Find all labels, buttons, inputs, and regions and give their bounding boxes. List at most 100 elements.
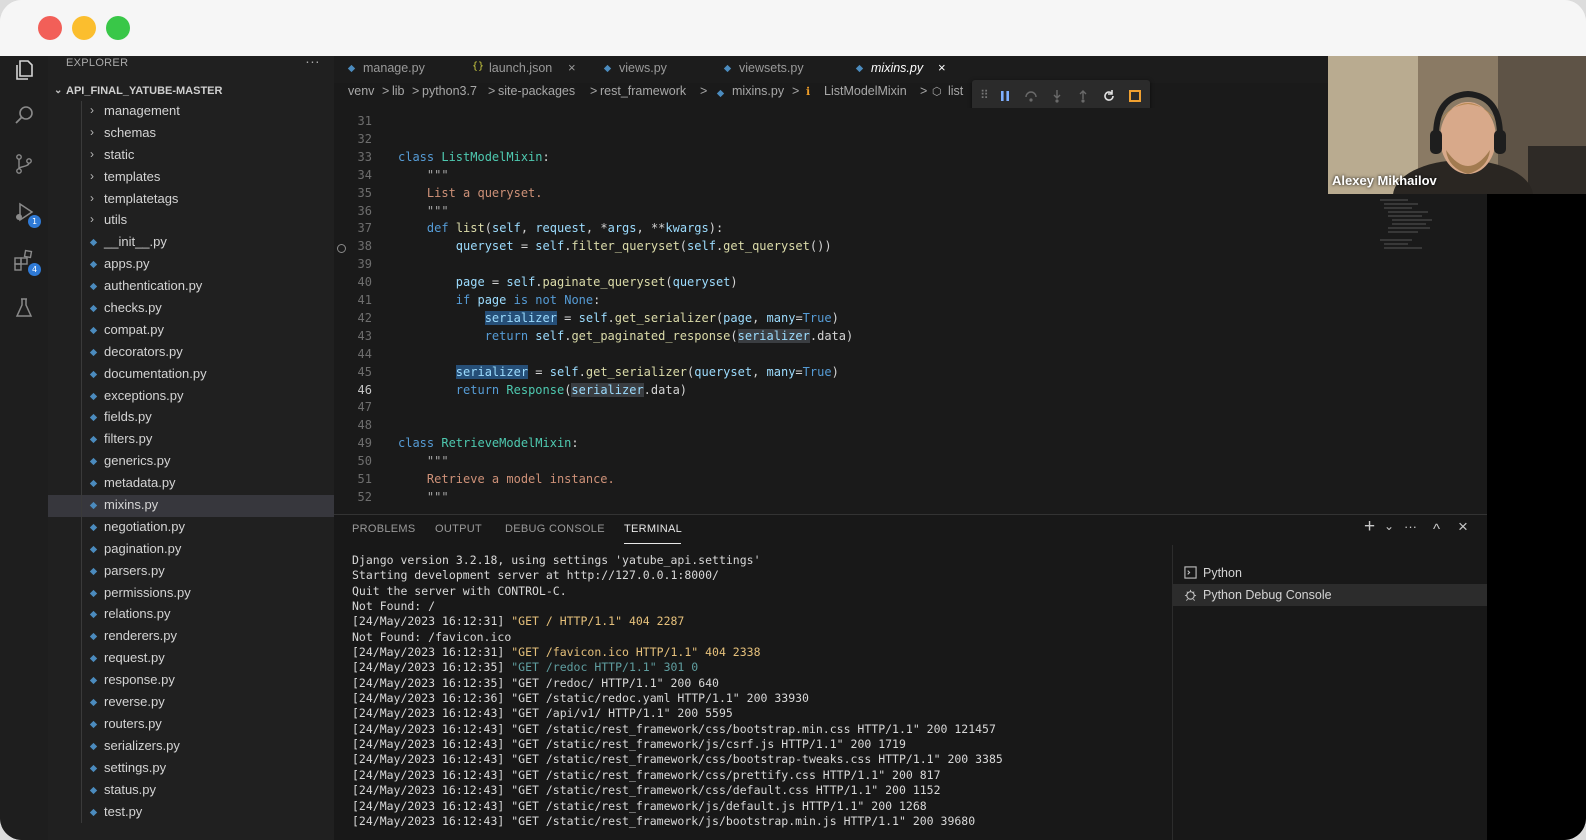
terminal-item-python-debug-console[interactable]: Python Debug Console: [1173, 584, 1488, 606]
breadcrumb-item[interactable]: list: [948, 84, 963, 98]
code-line[interactable]: 34 """: [334, 168, 1487, 186]
file-item[interactable]: settings.py: [48, 757, 334, 780]
file-item[interactable]: exceptions.py: [48, 385, 334, 408]
folder-item[interactable]: › templatetags: [48, 188, 334, 211]
maximize-panel-icon[interactable]: ^: [1433, 521, 1440, 538]
file-item[interactable]: __init__.py: [48, 232, 334, 255]
code-line[interactable]: 46 return Response(serializer.data): [334, 382, 1487, 401]
terminal-item-python[interactable]: Python: [1173, 562, 1488, 584]
file-item[interactable]: permissions.py: [48, 582, 334, 605]
file-item[interactable]: negotiation.py: [48, 516, 334, 539]
drag-handle-icon[interactable]: ⠿: [980, 88, 989, 102]
tab-terminal[interactable]: TERMINAL: [624, 523, 682, 535]
code-line[interactable]: 42 serializer = self.get_serializer(page…: [334, 310, 1487, 329]
code-line[interactable]: 40 page = self.paginate_queryset(queryse…: [334, 275, 1487, 293]
code-line[interactable]: 44: [334, 347, 1487, 365]
file-item[interactable]: compat.py: [48, 319, 334, 342]
file-item[interactable]: test.py: [48, 801, 334, 824]
folder-item[interactable]: › schemas: [48, 122, 334, 145]
close-panel-icon[interactable]: ×: [1458, 517, 1468, 537]
terminal-output[interactable]: Django version 3.2.18, using settings 'y…: [352, 553, 1172, 829]
folder-item[interactable]: › static: [48, 144, 334, 167]
tab-viewsets-py[interactable]: viewsets.py: [722, 56, 842, 83]
tab-debug-console[interactable]: DEBUG CONSOLE: [505, 523, 605, 535]
stop-icon[interactable]: [1126, 87, 1144, 105]
maximize-window-button[interactable]: [106, 16, 130, 40]
breadcrumb-item[interactable]: lib: [392, 84, 405, 98]
folder-item[interactable]: › utils: [48, 210, 334, 233]
close-window-button[interactable]: [38, 16, 62, 40]
file-item[interactable]: documentation.py: [48, 363, 334, 386]
chevron-down-icon[interactable]: ⌄: [1384, 519, 1394, 533]
breadcrumb-item[interactable]: rest_framework: [600, 84, 686, 98]
breadcrumb-item[interactable]: mixins.py: [732, 84, 784, 98]
code-line[interactable]: 32: [334, 132, 1487, 150]
close-tab-icon[interactable]: ×: [568, 60, 576, 75]
file-item[interactable]: decorators.py: [48, 341, 334, 364]
code-line[interactable]: 36 """: [334, 204, 1487, 222]
code-line[interactable]: 39: [334, 257, 1487, 275]
new-terminal-icon[interactable]: +: [1364, 516, 1375, 538]
file-item[interactable]: renderers.py: [48, 626, 334, 649]
file-item[interactable]: parsers.py: [48, 560, 334, 583]
file-item[interactable]: reverse.py: [48, 692, 334, 714]
extensions-icon[interactable]: 4: [10, 246, 41, 276]
breadcrumb-item[interactable]: venv: [348, 84, 374, 98]
code-line[interactable]: 35 List a queryset.: [334, 186, 1487, 204]
file-item[interactable]: metadata.py: [48, 473, 334, 496]
run-debug-icon[interactable]: 1: [10, 198, 41, 228]
minimap[interactable]: [1378, 194, 1438, 274]
tab-views-py[interactable]: views.py: [602, 56, 712, 83]
code-line[interactable]: 33 class ListModelMixin:: [334, 150, 1487, 168]
file-item[interactable]: authentication.py: [48, 276, 334, 299]
code-line[interactable]: 43 return self.get_paginated_response(se…: [334, 328, 1487, 347]
code-line[interactable]: 47: [334, 400, 1487, 418]
code-line[interactable]: 31: [334, 114, 1487, 132]
code-line[interactable]: 52 """: [334, 490, 1487, 508]
code-line[interactable]: 50 """: [334, 454, 1487, 472]
code-editor[interactable]: 31 32 33 class ListModelMixin: 34 """ 35 List…: [334, 108, 1487, 561]
step-into-icon[interactable]: [1048, 87, 1066, 105]
file-item[interactable]: filters.py: [48, 429, 334, 452]
pause-icon[interactable]: [996, 87, 1014, 105]
file-item[interactable]: serializers.py: [48, 735, 334, 758]
file-item[interactable]: relations.py: [48, 604, 334, 627]
code-line[interactable]: 49 class RetrieveModelMixin:: [334, 436, 1487, 454]
code-line[interactable]: 45 serializer = self.get_serializer(quer…: [334, 364, 1487, 383]
file-item[interactable]: fields.py: [48, 407, 334, 430]
file-item[interactable]: apps.py: [48, 254, 334, 277]
testing-icon[interactable]: [10, 294, 38, 322]
breadcrumb-item[interactable]: site-packages: [498, 84, 575, 98]
tab-problems[interactable]: PROBLEMS: [352, 523, 416, 535]
file-item[interactable]: pagination.py: [48, 538, 334, 561]
code-line[interactable]: 41 if page is not None:: [334, 293, 1487, 311]
breadcrumb-item[interactable]: python3.7: [422, 84, 477, 98]
tab-manage-py[interactable]: manage.py: [346, 56, 466, 83]
step-over-icon[interactable]: [1022, 87, 1040, 105]
file-item[interactable]: routers.py: [48, 713, 334, 736]
file-item[interactable]: checks.py: [48, 298, 334, 320]
tab-mixins-py[interactable]: mixins.py ×: [854, 56, 974, 83]
file-item[interactable]: generics.py: [48, 451, 334, 474]
code-line[interactable]: 48: [334, 418, 1487, 436]
code-line[interactable]: 37 def list(self, request, *args, **kwar…: [334, 221, 1487, 239]
file-item[interactable]: status.py: [48, 779, 334, 802]
close-tab-icon[interactable]: ×: [938, 60, 946, 75]
code-line[interactable]: 38 queryset = self.filter_queryset(self.…: [334, 239, 1487, 257]
file-item[interactable]: response.py: [48, 670, 334, 693]
more-actions-icon[interactable]: ···: [305, 56, 320, 69]
source-control-icon[interactable]: [10, 150, 38, 178]
breadcrumb-item[interactable]: ListModelMixin: [824, 84, 907, 98]
explorer-icon[interactable]: [10, 56, 38, 84]
restart-icon[interactable]: [1100, 87, 1118, 105]
file-item[interactable]: request.py: [48, 648, 334, 671]
more-actions-icon[interactable]: ···: [1404, 519, 1417, 534]
tab-output[interactable]: OUTPUT: [435, 523, 482, 535]
code-line[interactable]: 51 Retrieve a model instance.: [334, 472, 1487, 490]
search-icon[interactable]: [10, 102, 38, 130]
folder-item[interactable]: › templates: [48, 166, 334, 189]
step-out-icon[interactable]: [1074, 87, 1092, 105]
tab-launch-json[interactable]: {} launch.json ×: [472, 56, 592, 83]
folder-item[interactable]: › management: [48, 101, 334, 123]
minimize-window-button[interactable]: [72, 16, 96, 40]
